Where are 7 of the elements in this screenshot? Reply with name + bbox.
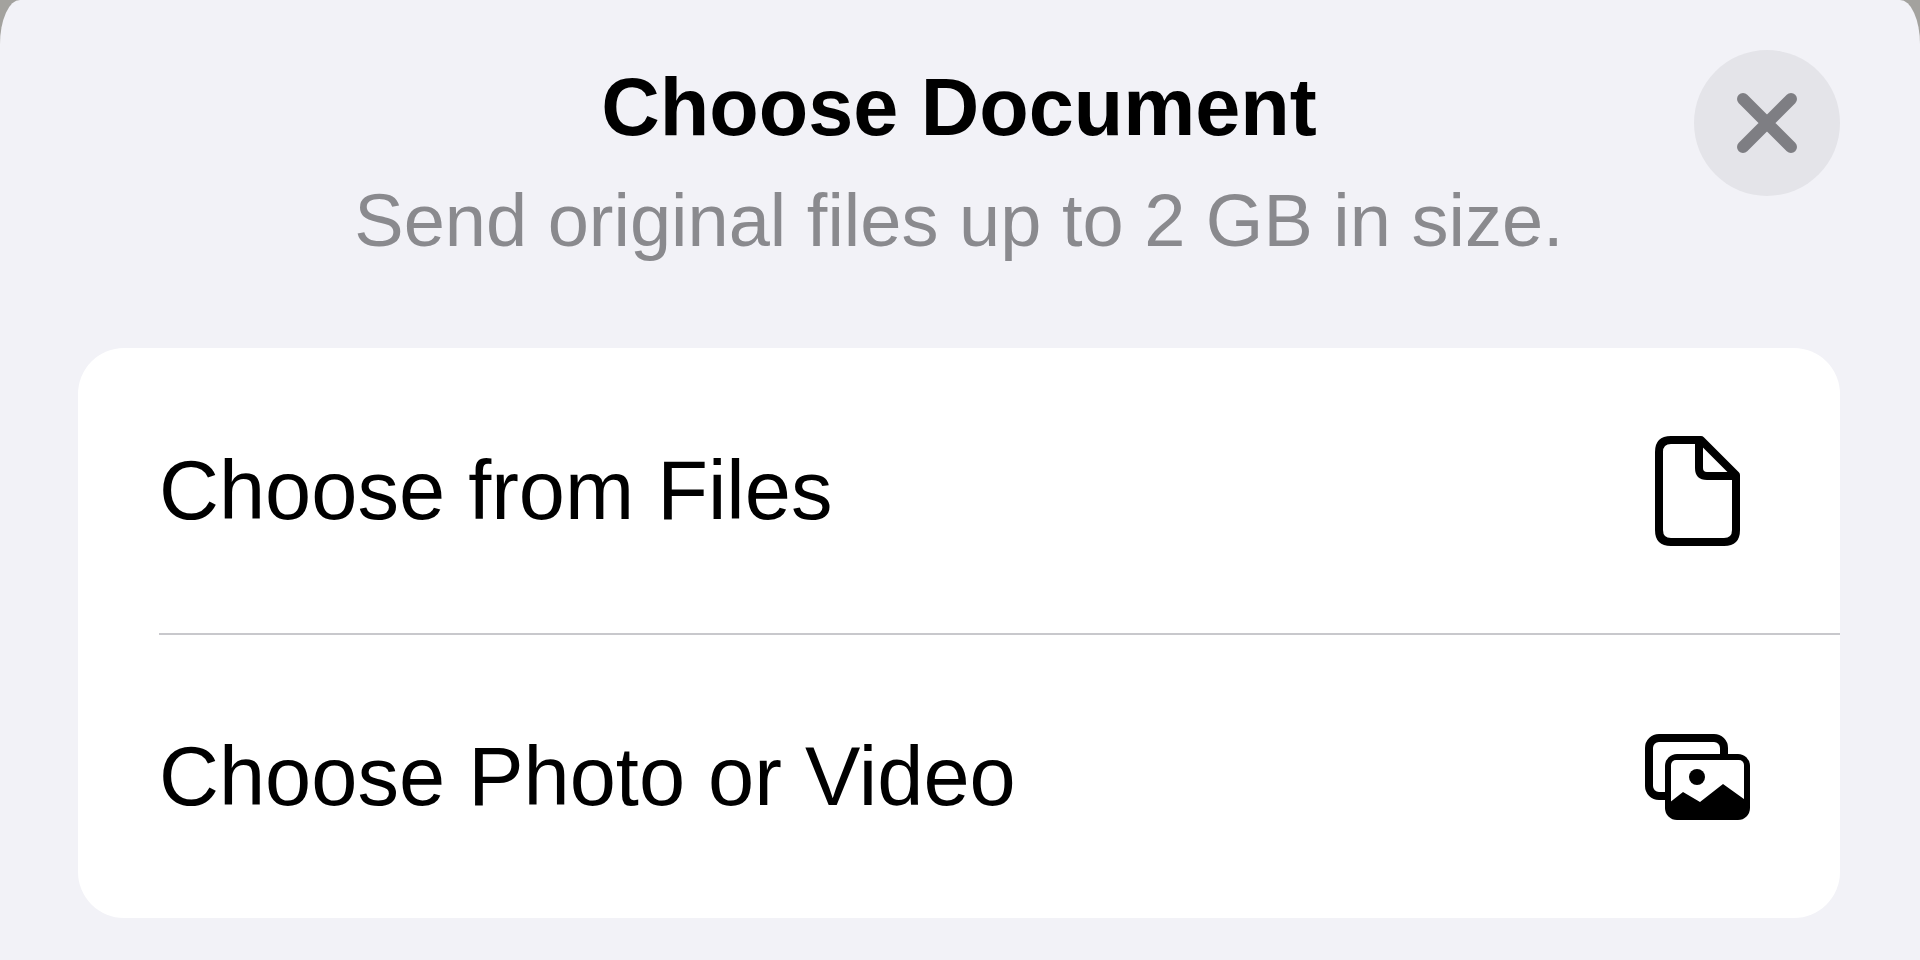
menu-option[interactable]: Choose from Files <box>78 348 1840 633</box>
document-icon <box>1654 435 1740 546</box>
photos-icon <box>1644 733 1750 820</box>
sheet-title: Choose Document <box>601 61 1317 154</box>
menu-option[interactable]: Choose Photo or Video <box>78 635 1840 918</box>
close-icon <box>1737 93 1797 153</box>
sheet-subtitle: Send original files up to 2 GB in size. <box>354 178 1564 264</box>
